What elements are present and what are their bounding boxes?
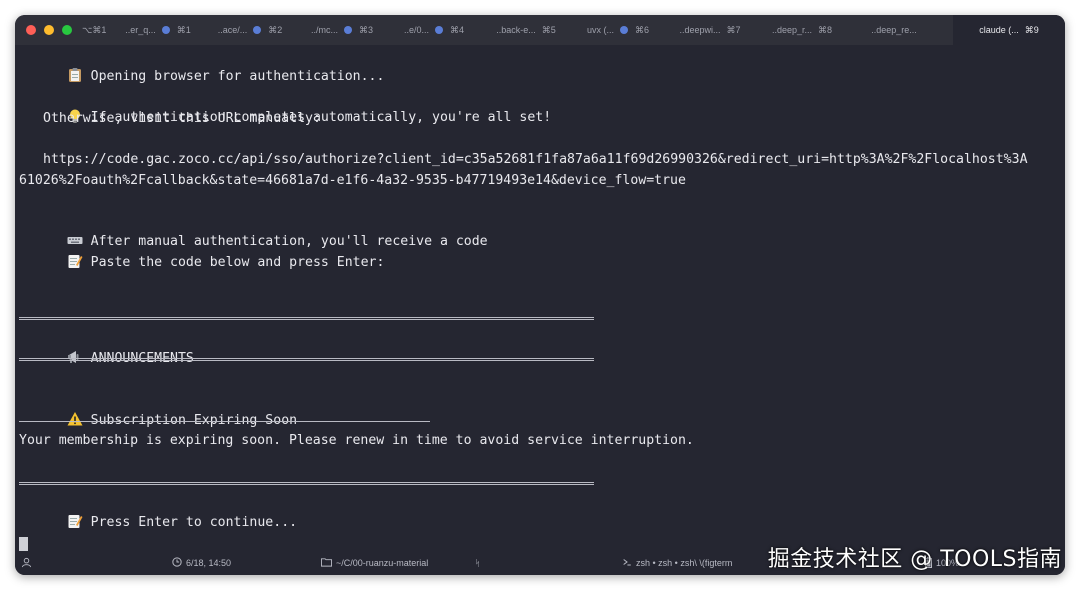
auth-url-line-2[interactable]: 61026%2Foauth%2Fcallback&state=46681a7d-…: [19, 171, 686, 191]
terminal-output[interactable]: Opening browser for authentication... If…: [15, 45, 1065, 554]
tab-claude-active[interactable]: claude (... ⌘9: [953, 15, 1065, 45]
tab-bar: ⌥⌘1 ..er_q... ⌘1 ..ace/... ⌘2 ../mc... ⌘3 .…: [15, 15, 1065, 45]
tab-label: ..back-e...: [496, 25, 536, 35]
tab-shortcut: ⌘6: [635, 24, 650, 35]
tab-shortcut: ⌘5: [541, 24, 556, 35]
tab-label: ..ace/...: [217, 25, 248, 35]
maximize-button[interactable]: [62, 25, 72, 35]
paste-code-line: Paste the code below and press Enter:: [19, 233, 384, 270]
otherwise-line: Otherwise, visit this URL manually:: [43, 111, 321, 126]
tab-4[interactable]: ..e/0... ⌘4: [388, 15, 480, 45]
terminal-icon: [623, 559, 631, 566]
tab-label: ..e/0...: [403, 25, 429, 35]
path-text: ~/C/00-ruanzu-material: [336, 558, 429, 568]
subscription-body: Your membership is expiring soon. Please…: [19, 433, 694, 448]
clipboard-icon: [67, 67, 83, 83]
tab-label: ⌥⌘1: [82, 24, 107, 35]
warning-icon: [67, 411, 83, 427]
tab-label: ..er_q...: [125, 25, 156, 35]
shells-text: zsh • zsh • zsh\ \(figterm: [636, 558, 733, 568]
auth-url-line-1[interactable]: https://code.gac.zoco.cc/api/sso/authori…: [43, 150, 1028, 170]
tab-label: claude (...: [979, 25, 1019, 35]
tab-shortcut: ⌘7: [726, 24, 741, 35]
press-enter-text: Press Enter to continue...: [90, 515, 298, 530]
tab-status-dot-icon: [253, 26, 262, 34]
tab-shortcut: ⌘9: [1024, 24, 1039, 35]
minimize-button[interactable]: [44, 25, 54, 35]
tab-status-dot-icon: [161, 26, 170, 34]
divider-top: [19, 317, 594, 320]
tab-label: ..deep_r...: [771, 25, 812, 35]
tab-shortcut: ⌘2: [268, 24, 283, 35]
divider-bottom: [19, 482, 594, 485]
opening-browser-text: Opening browser for authentication...: [90, 69, 385, 84]
window-controls: [15, 25, 82, 35]
clock-status: 6/18, 14:50: [172, 551, 231, 575]
paste-code-text: Paste the code below and press Enter:: [90, 255, 385, 270]
megaphone-icon: [67, 349, 83, 365]
tab-9[interactable]: ..deep_re...: [848, 15, 940, 45]
watermark: 掘金技术社区 @ TOOLS指南: [767, 547, 1062, 572]
subscription-title-line: Subscription Expiring Soon: [19, 391, 297, 428]
shells-status: zsh • zsh • zsh\ \(figterm: [622, 551, 732, 575]
auto-complete-line: If authentication completes automaticall…: [19, 88, 551, 125]
tab-3[interactable]: ../mc... ⌘3: [296, 15, 388, 45]
press-enter-line: Press Enter to continue...: [19, 493, 297, 530]
tab-label: ..deep_re...: [871, 25, 917, 35]
tab-8[interactable]: ..deep_r... ⌘8: [756, 15, 848, 45]
divider-announcements: [19, 358, 594, 361]
datetime-text: 6/18, 14:50: [186, 558, 232, 568]
tab-1[interactable]: ..er_q... ⌘1: [112, 15, 204, 45]
tab-label: ../mc...: [310, 25, 338, 35]
clock-icon: [172, 557, 182, 567]
tab-6[interactable]: uvx (... ⌘6: [572, 15, 664, 45]
memo-icon: [67, 513, 83, 529]
divider-subscription: [19, 421, 430, 422]
terminal-window: ⌥⌘1 ..er_q... ⌘1 ..ace/... ⌘2 ../mc... ⌘3 .…: [15, 15, 1065, 575]
close-button[interactable]: [26, 25, 36, 35]
tab-shortcut: ⌘3: [358, 24, 373, 35]
after-manual-line: After manual authentication, you'll rece…: [19, 212, 488, 249]
tab-7[interactable]: ..deepwi... ⌘7: [664, 15, 756, 45]
tab-shortcut: ⌘4: [450, 24, 465, 35]
memo-icon: [67, 253, 83, 269]
tab-label: ..deepwi...: [679, 25, 721, 35]
tab-global-shortcut[interactable]: ⌥⌘1: [82, 15, 112, 45]
tab-status-dot-icon: [620, 26, 628, 34]
opening-browser-line: Opening browser for authentication...: [19, 47, 384, 84]
tab-2[interactable]: ..ace/... ⌘2: [204, 15, 296, 45]
tab-shortcut: ⌘1: [176, 24, 191, 35]
path-status[interactable]: ~/C/00-ruanzu-material: [321, 551, 428, 575]
git-branch-icon: ᛋ: [475, 558, 481, 568]
announcements-line: ANNOUNCEMENTS: [19, 329, 194, 366]
folder-icon: [321, 558, 332, 567]
tab-5[interactable]: ..back-e... ⌘5: [480, 15, 572, 45]
tab-status-dot-icon: [435, 26, 443, 34]
tab-label: uvx (...: [586, 25, 614, 35]
user-icon[interactable]: [21, 551, 32, 575]
tab-shortcut: ⌘8: [818, 24, 833, 35]
tab-status-dot-icon: [343, 26, 352, 34]
